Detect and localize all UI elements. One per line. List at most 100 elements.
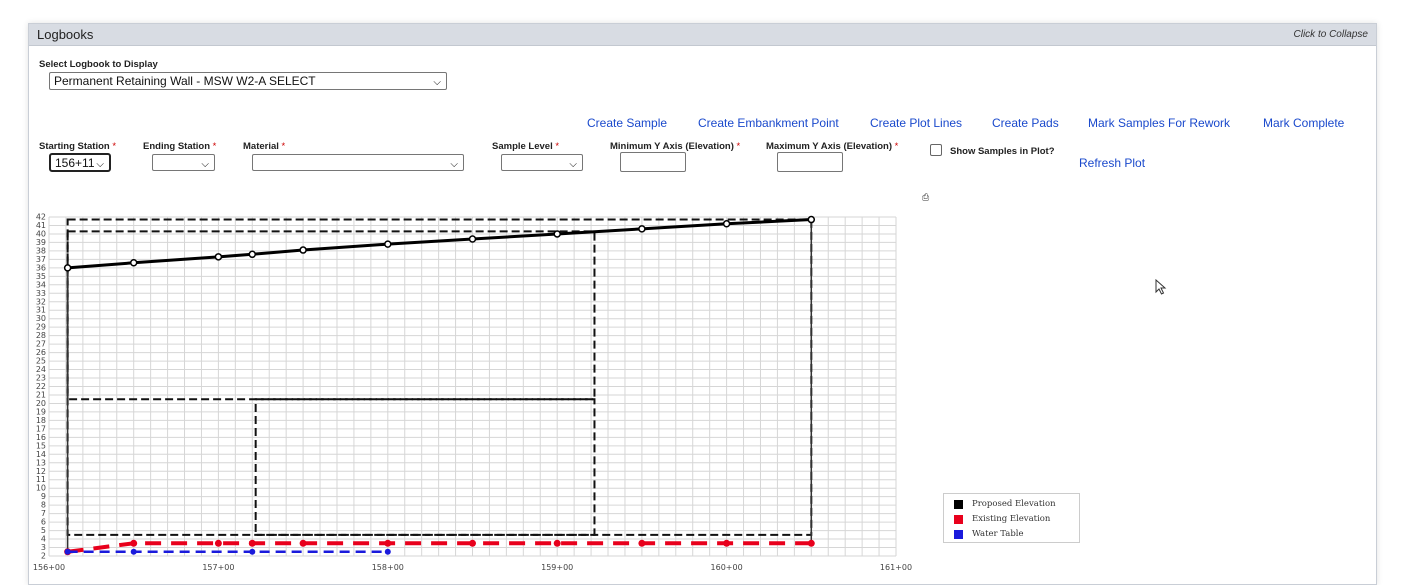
y-tick-label: 40 <box>36 229 46 238</box>
mark-complete-button[interactable]: Mark Complete <box>1263 116 1344 130</box>
mark-samples-rework-button[interactable]: Mark Samples For Rework <box>1088 116 1230 130</box>
y-tick-label: 29 <box>36 323 46 332</box>
y-tick-label: 8 <box>41 501 46 510</box>
y-tick-label: 21 <box>36 390 46 399</box>
legend-swatch <box>954 514 963 524</box>
y-tick-label: 24 <box>36 365 46 374</box>
y-tick-label: 4 <box>41 535 46 544</box>
y-tick-label: 19 <box>36 407 46 416</box>
series-proposed-point <box>638 225 646 233</box>
max-y-label: Maximum Y Axis (Elevation) * <box>766 141 899 152</box>
y-tick-label: 25 <box>36 357 46 366</box>
series-proposed-point <box>384 240 392 248</box>
create-plot-lines-button[interactable]: Create Plot Lines <box>870 116 962 130</box>
panel-header[interactable]: Logbooks Click to Collapse <box>29 24 1376 46</box>
y-tick-label: 36 <box>36 263 46 272</box>
create-sample-button[interactable]: Create Sample <box>587 116 667 130</box>
y-tick-label: 13 <box>36 458 46 467</box>
series-proposed-line <box>67 218 812 270</box>
series-existing-point <box>807 539 815 547</box>
y-tick-label: 6 <box>41 518 46 527</box>
printer-icon[interactable]: ⎙ <box>922 192 929 203</box>
chevron-down-icon: ⌵ <box>96 158 104 170</box>
y-tick-label: 42 <box>36 213 46 222</box>
y-tick-label: 3 <box>41 543 46 552</box>
series-proposed-point <box>299 246 307 254</box>
y-tick-label: 31 <box>36 306 46 315</box>
x-tick-label: 160+00 <box>711 563 743 572</box>
y-tick-label: 38 <box>36 246 46 255</box>
y-tick-label: 26 <box>36 348 46 357</box>
material-select[interactable]: ⌵ <box>252 154 464 171</box>
pad-outline <box>254 398 596 536</box>
series-proposed-point <box>248 250 257 259</box>
legend-swatch <box>954 499 963 509</box>
series-water-point <box>384 548 391 555</box>
y-tick-label: 39 <box>36 238 46 247</box>
refresh-plot-button[interactable]: Refresh Plot <box>1079 156 1145 170</box>
x-tick-label: 159+00 <box>541 563 573 572</box>
logbooks-panel: Logbooks Click to Collapse Select Logboo… <box>28 23 1377 585</box>
legend-item-proposed: Proposed Elevation <box>954 498 1056 510</box>
min-y-input[interactable] <box>620 152 686 172</box>
x-tick-label: 161+00 <box>880 563 912 572</box>
x-tick-label: 157+00 <box>202 563 234 572</box>
create-embankment-point-button[interactable]: Create Embankment Point <box>698 116 839 130</box>
elevation-chart: 2345678910111213141516171819202122232425… <box>33 213 912 573</box>
ending-station-select[interactable]: ⌵ <box>152 154 215 171</box>
y-tick-label: 18 <box>36 416 46 425</box>
series-proposed-point <box>214 253 223 261</box>
x-tick-label: 156+00 <box>33 563 65 572</box>
max-y-input[interactable] <box>777 152 843 172</box>
y-tick-label: 27 <box>36 340 46 349</box>
sample-level-select[interactable]: ⌵ <box>501 154 583 171</box>
legend-swatch <box>954 529 963 539</box>
series-water-point <box>64 548 71 555</box>
material-label: Material * <box>243 141 286 152</box>
y-tick-label: 35 <box>36 272 46 281</box>
series-existing-point <box>638 539 646 547</box>
y-tick-label: 34 <box>36 280 46 289</box>
x-tick-label: 158+00 <box>372 563 404 572</box>
series-existing-point <box>248 539 256 547</box>
chevron-down-icon: ⌵ <box>450 158 458 170</box>
series-proposed-point <box>129 259 138 267</box>
y-tick-label: 22 <box>36 382 46 391</box>
series-existing-point <box>469 539 476 547</box>
y-tick-label: 20 <box>36 399 46 408</box>
y-tick-label: 17 <box>36 424 46 433</box>
logbook-select[interactable]: Permanent Retaining Wall - MSW W2-A SELE… <box>49 72 447 90</box>
series-proposed-point <box>722 220 731 228</box>
y-tick-label: 23 <box>36 374 46 383</box>
y-tick-label: 9 <box>41 492 46 501</box>
y-tick-label: 33 <box>36 289 46 298</box>
chevron-down-icon: ⌵ <box>433 77 441 88</box>
pad-outline <box>66 218 813 536</box>
series-existing-point <box>723 539 731 547</box>
legend-item-existing: Existing Elevation <box>954 513 1050 525</box>
series-existing-point <box>384 539 392 547</box>
y-tick-label: 5 <box>41 526 46 535</box>
y-tick-label: 10 <box>36 484 46 493</box>
logbook-select-label: Select Logbook to Display <box>39 59 158 70</box>
series-proposed-point <box>63 264 72 272</box>
series-existing-point <box>214 539 222 547</box>
series-existing-point <box>130 539 138 547</box>
y-tick-label: 11 <box>36 475 46 484</box>
y-tick-label: 15 <box>36 441 46 450</box>
show-samples-checkbox[interactable] <box>930 144 942 156</box>
collapse-toggle[interactable]: Click to Collapse <box>1294 29 1368 40</box>
y-tick-label: 7 <box>41 509 46 518</box>
starting-station-value: 156+11 <box>55 155 95 170</box>
starting-station-select[interactable]: 156+11 ⌵ <box>49 153 111 172</box>
starting-station-label: Starting Station * <box>39 141 117 152</box>
pad-outline <box>66 230 596 401</box>
mouse-cursor-icon <box>1155 279 1167 295</box>
create-pads-button[interactable]: Create Pads <box>992 116 1059 130</box>
y-tick-label: 37 <box>36 255 46 264</box>
y-tick-label: 2 <box>41 552 46 561</box>
min-y-label: Minimum Y Axis (Elevation) * <box>610 141 741 152</box>
sample-level-label: Sample Level * <box>492 141 560 152</box>
y-tick-label: 41 <box>36 221 46 230</box>
series-proposed-point <box>553 230 561 238</box>
